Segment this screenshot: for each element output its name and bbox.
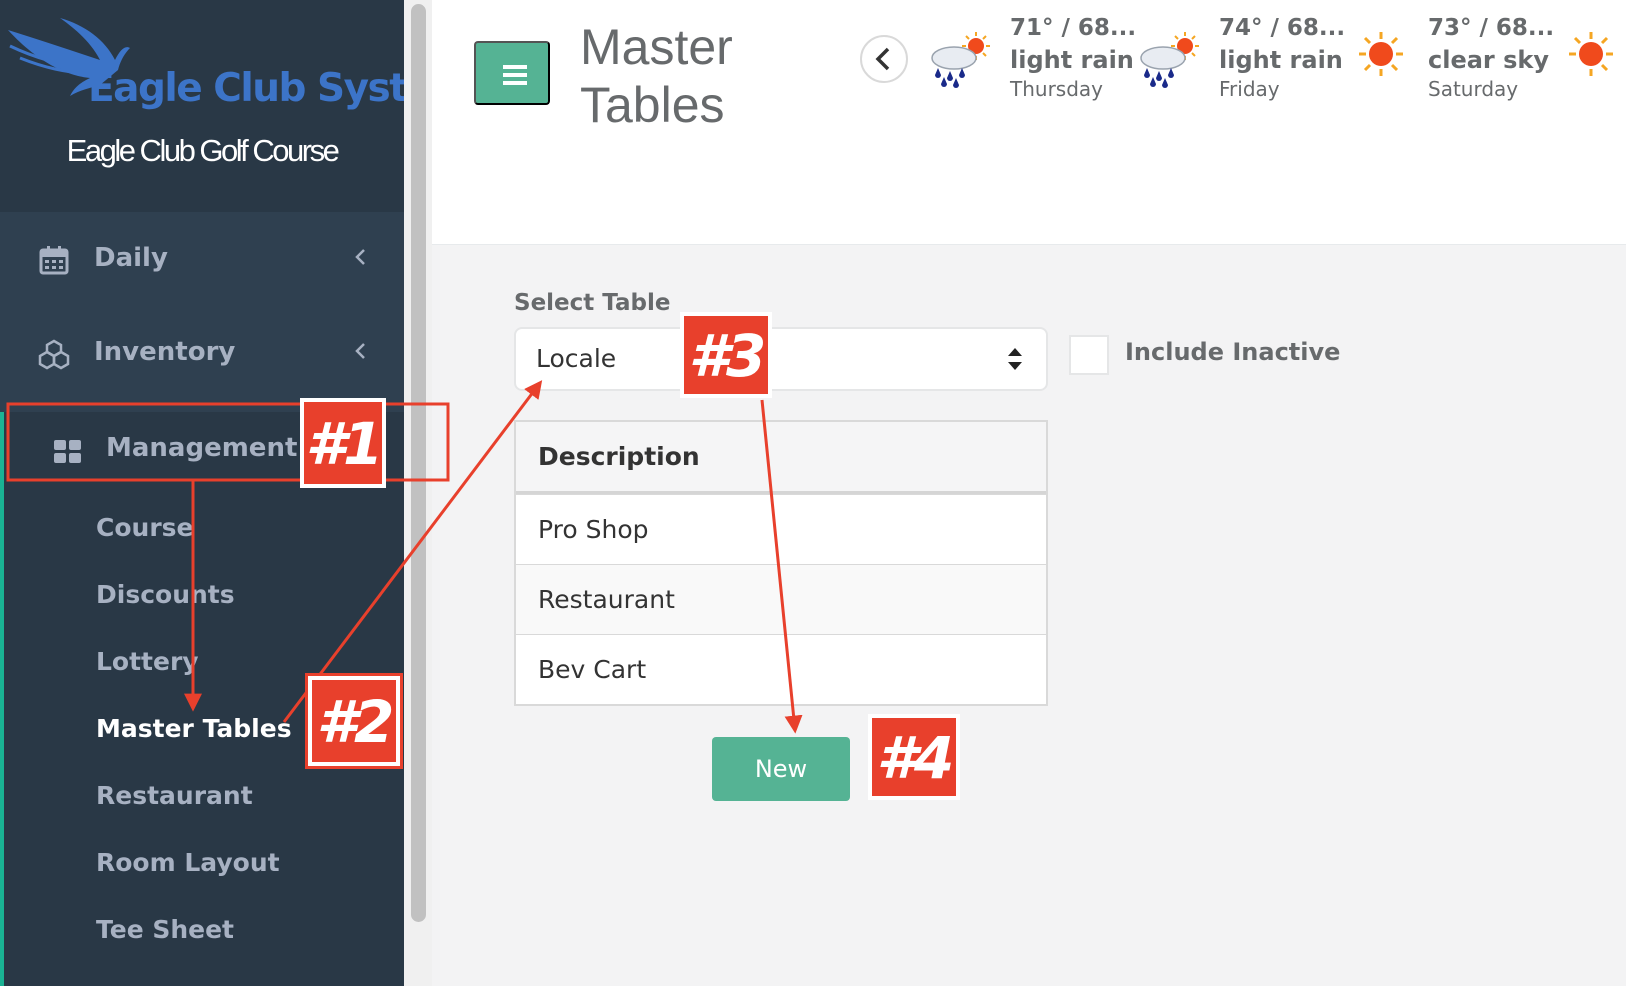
select-table-label: Select Table [514,290,671,316]
sun-icon [1359,32,1403,76]
rain-sun-icon [1140,32,1199,88]
submenu-item-tee-sheet[interactable]: Tee Sheet [96,915,234,955]
weather-day: Thursday [1010,77,1103,101]
course-name: Eagle Club Golf Course [66,133,340,168]
sidebar: Eagle Club Systems Eagle Club Golf Cours… [0,0,404,986]
table-header[interactable]: Description [516,422,1046,494]
annotation-badge-1: #1 [300,398,386,488]
weather-prev-button[interactable] [860,35,908,83]
page-title: Master Tables [580,18,733,134]
chevron-left-icon [355,343,365,359]
table-cell: Bev Cart [538,655,647,684]
weather-temp: 71° / 68... [1010,15,1137,41]
table-cell: Pro Shop [538,515,649,544]
table-row[interactable]: Bev Cart [516,634,1046,704]
table-cell: Restaurant [538,585,675,614]
annotation-badge-4: #4 [868,714,960,800]
table-row[interactable]: Pro Shop [516,494,1046,564]
sidebar-item-daily[interactable]: Daily [0,224,404,294]
sidebar-item-inventory[interactable]: Inventory [0,318,404,388]
weather-temp: 73° / 68... [1428,15,1555,41]
menu-toggle-button[interactable] [474,41,550,105]
sidebar-header: Eagle Club Systems Eagle Club Golf Cours… [0,0,404,212]
submenu-item-course[interactable]: Course [96,513,194,553]
cubes-icon [38,339,70,370]
brand-name: Eagle Club Systems [88,66,404,111]
master-table: Description Pro Shop Restaurant Bev Cart [514,420,1048,706]
rain-sun-icon [931,32,990,88]
weather-day: Friday [1219,77,1280,101]
submenu-item-restaurant[interactable]: Restaurant [96,781,253,821]
calendar-icon [39,246,69,275]
include-inactive-label: Include Inactive [1125,338,1341,366]
weather-condition: light rain [1219,46,1343,74]
chevron-left-icon [355,249,365,265]
weather-condition: clear sky [1428,46,1550,74]
table-row[interactable]: Restaurant [516,564,1046,634]
weather-temp: 74° / 68... [1219,15,1346,41]
table-select[interactable]: Locale [514,327,1048,391]
annotation-badge-3: #3 [680,312,772,398]
annotation-badge-2: #2 [305,673,403,769]
submenu-item-discounts[interactable]: Discounts [96,580,235,620]
submenu-item-room-layout[interactable]: Room Layout [96,848,280,888]
scrollbar-thumb[interactable] [411,4,426,922]
select-caret-icon [1008,348,1022,370]
table-select-value: Locale [536,344,617,373]
sidebar-item-label: Daily [94,243,168,273]
sun-icon [1569,32,1613,76]
new-button[interactable]: New [712,737,850,801]
sidebar-item-label: Management [106,433,298,463]
sidebar-item-label: Inventory [94,337,236,367]
chevron-left-icon [875,47,890,71]
hamburger-icon [503,65,527,85]
grid-icon [54,440,81,463]
page-title-line2: Tables [580,77,725,133]
submenu-item-master-tables[interactable]: Master Tables [96,714,292,754]
include-inactive-checkbox[interactable] [1069,335,1109,375]
column-header-description: Description [538,442,700,471]
weather-condition: light rain [1010,46,1134,74]
page-title-line1: Master [580,19,733,75]
submenu-item-lottery[interactable]: Lottery [96,647,199,687]
weather-day: Saturday [1428,77,1519,101]
